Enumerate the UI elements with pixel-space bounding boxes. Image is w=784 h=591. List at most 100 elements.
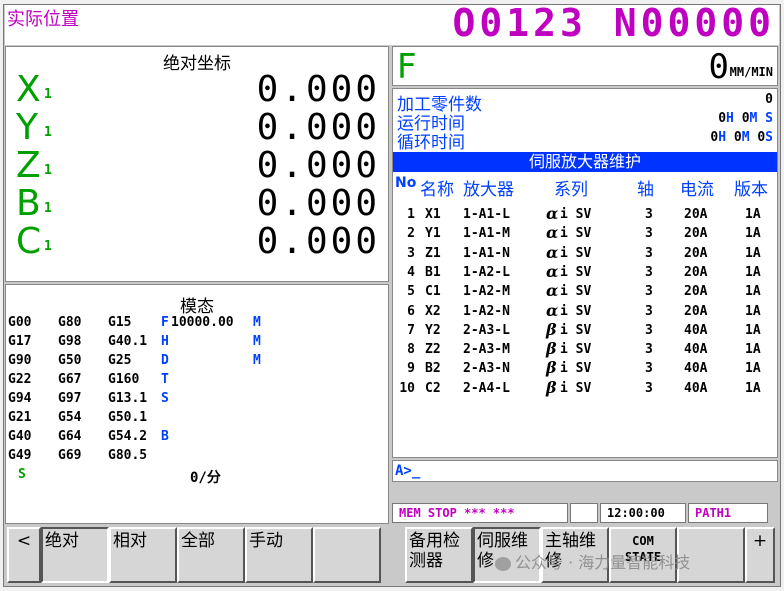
servo-cell-axis: 3: [645, 361, 653, 377]
servo-cell-current: 20A: [684, 207, 708, 222]
servo-cell-current: 20A: [684, 226, 708, 242]
servo-cell-no: 8: [407, 342, 415, 358]
program-number: O0123 N00000: [452, 1, 775, 45]
softkey-next-button[interactable]: +: [745, 527, 775, 583]
servo-cell-version: 1A: [745, 303, 761, 319]
status-blank: [570, 503, 598, 523]
softkey-all[interactable]: 全部: [177, 527, 245, 583]
cycle-time-row: 循环时间 0H 0M 0S: [397, 130, 773, 153]
servo-cell-greek: α: [546, 223, 559, 243]
servo-cell-version: 1A: [745, 361, 761, 377]
servo-info-panel: 加工零件数 0 运行时间 0H 0M S 循环时间 0H 0M 0S 伺服放大器…: [392, 88, 778, 458]
servo-cell-amp: 2-A4-L: [463, 380, 510, 396]
servo-cell-greek: α: [546, 242, 559, 262]
axis-value: 0.000: [256, 221, 380, 262]
gcode: G25: [108, 353, 132, 368]
axis-value: 0.000: [256, 145, 380, 186]
gcode: G67: [58, 372, 82, 387]
servo-cell-name: C1: [425, 284, 441, 300]
servo-cell-axis: 3: [645, 226, 653, 242]
wechat-logo-icon: [495, 556, 511, 571]
servo-column-headers: No 名称 放大器 系列 轴 电流 版本: [393, 175, 777, 200]
servo-cell-current: 40A: [684, 342, 708, 358]
gcode: G97: [58, 391, 82, 406]
col-axis: 轴: [637, 180, 654, 200]
axis-row-z: Z 1 0.000: [16, 145, 384, 186]
servo-row: 1 X1 1-A1-L α i SV 3 20A 1A: [393, 204, 777, 226]
axis-name: Y: [16, 107, 38, 148]
parts-value: 0: [765, 92, 773, 107]
servo-cell-amp: 1-A1-L: [463, 207, 510, 222]
axis-subscript: 1: [44, 239, 52, 254]
servo-cell-no: 9: [407, 361, 415, 377]
softkey-relative[interactable]: 相对: [109, 527, 177, 583]
feed-unit: MM/MIN: [729, 65, 773, 79]
softkey-spare-detector[interactable]: 备用检测器: [405, 527, 473, 583]
col-series: 系列: [554, 180, 588, 200]
servo-cell-axis: 3: [645, 322, 653, 338]
modal-letter: M: [253, 315, 261, 330]
modal-letter: F: [161, 315, 169, 330]
gcode: G94: [8, 391, 32, 406]
axis-row-b: B 1 0.000: [16, 183, 384, 224]
softkey-empty-1[interactable]: [313, 527, 381, 583]
servo-cell-greek: β: [546, 319, 557, 339]
gcode: G69: [58, 448, 82, 463]
servo-cell-current: 20A: [684, 245, 708, 261]
spindle-row: S 0/分: [8, 467, 383, 486]
servo-cell-no: 1: [407, 207, 415, 222]
servo-cell-amp: 2-A3-M: [463, 342, 510, 358]
axis-value: 0.000: [256, 183, 380, 224]
servo-cell-series: i SV: [560, 322, 592, 338]
gcode: G160: [108, 372, 140, 387]
gcode: G50.1: [108, 410, 148, 425]
col-name: 名称: [420, 180, 454, 200]
servo-cell-greek: α: [546, 261, 559, 281]
path-indicator: PATH1: [688, 503, 768, 523]
servo-cell-name: X2: [425, 303, 441, 319]
servo-cell-axis: 3: [645, 284, 653, 300]
servo-cell-current: 20A: [684, 264, 708, 280]
parts-count-row: 加工零件数 0: [397, 92, 773, 115]
modal-title: 模态: [180, 297, 214, 317]
axis-name: X: [16, 69, 41, 110]
modal-letter: B: [161, 429, 169, 444]
gcode: G22: [8, 372, 32, 387]
gcode: G80: [58, 315, 82, 330]
status-bar: MEM STOP *** *** 12:00:00 PATH1: [392, 500, 778, 524]
servo-cell-version: 1A: [745, 207, 761, 222]
servo-cell-no: 5: [407, 284, 415, 300]
axis-subscript: 1: [44, 125, 52, 140]
axis-name: Z: [16, 145, 41, 186]
title-bar: 实际位置 O0123 N00000: [5, 1, 779, 45]
servo-cell-no: 10: [399, 380, 415, 396]
servo-cell-version: 1A: [745, 245, 761, 261]
modal-letter: S: [161, 391, 169, 406]
command-input[interactable]: A>_: [392, 460, 778, 482]
axis-subscript: 1: [44, 87, 52, 102]
servo-cell-current: 40A: [684, 322, 708, 338]
servo-cell-name: B1: [425, 264, 441, 280]
col-no: No: [395, 175, 417, 191]
modal-info-panel: 模态 G00 G80 G15 F 10000.00 M G17 G98 G40.…: [5, 284, 389, 524]
gcode: G13.1: [108, 391, 148, 406]
servo-row: 8 Z2 2-A3-M β i SV 3 40A 1A: [393, 339, 777, 361]
axis-name: C: [16, 221, 42, 262]
mode-status: MEM STOP *** ***: [392, 503, 568, 523]
gcode-row: G22 G67 G160 T: [8, 372, 383, 391]
servo-cell-amp: 1-A1-M: [463, 226, 510, 242]
softkey-manual[interactable]: 手动: [245, 527, 313, 583]
servo-row: 7 Y2 2-A3-L β i SV 3 40A 1A: [393, 319, 777, 342]
absolute-position-panel: 绝对坐标 X 1 0.000 Y 1 0.000 Z 1 0.000 B 1 0…: [5, 46, 389, 282]
softkey-prev-button[interactable]: <: [7, 527, 41, 583]
cycle-time-label: 循环时间: [397, 133, 465, 153]
servo-cell-series: i SV: [560, 245, 592, 261]
servo-cell-current: 40A: [684, 380, 708, 396]
softkey-absolute[interactable]: 绝对: [41, 527, 109, 583]
input-prompt: A>_: [395, 463, 421, 479]
modal-value: 10000.00: [171, 315, 234, 330]
col-current: 电流: [680, 180, 714, 200]
servo-cell-series: i SV: [560, 303, 592, 319]
watermark: 公众号 · 海力量智能科技: [495, 549, 690, 573]
axis-row-c: C 1 0.000: [16, 221, 384, 262]
